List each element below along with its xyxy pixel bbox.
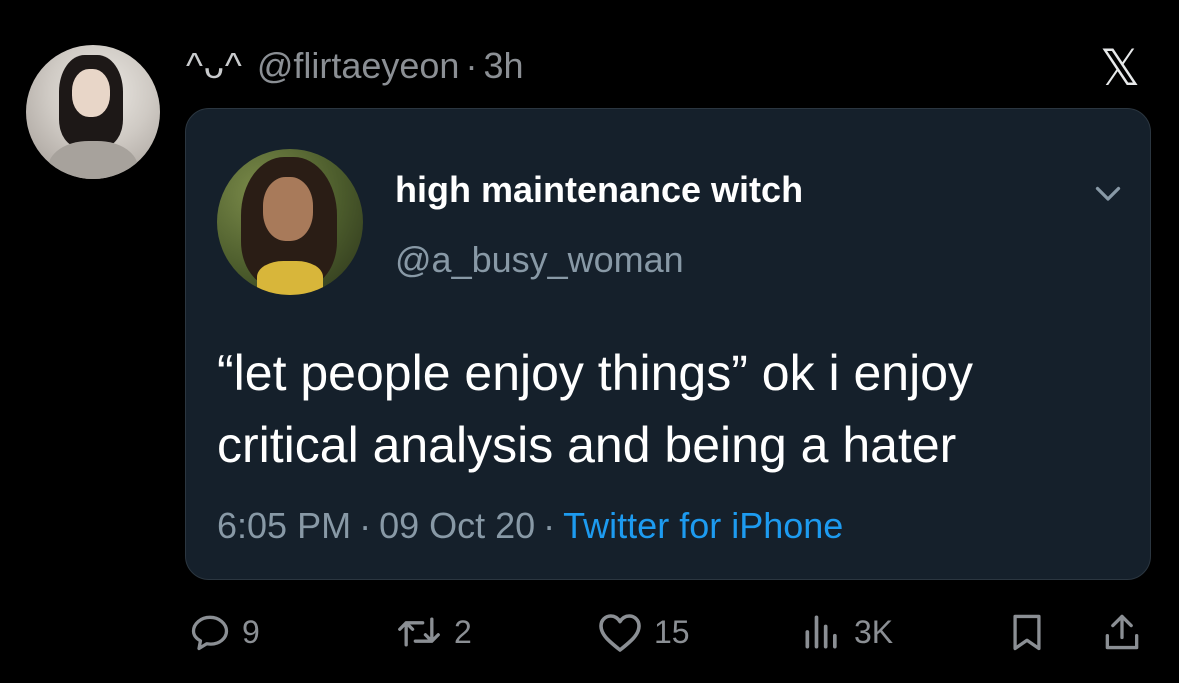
author-display-name[interactable]: ^ᴗ^ — [186, 45, 243, 87]
x-logo-icon: 𝕏 — [1099, 39, 1141, 97]
quoted-date: 09 Oct 20 — [379, 505, 536, 546]
meta-separator: · — [543, 505, 556, 546]
quoted-tweet-image[interactable]: high maintenance witch @a_busy_woman “le… — [185, 108, 1151, 580]
avatar-face — [72, 69, 110, 117]
tweet-header: ^ᴗ^ @flirtaeyeon · 3h — [186, 42, 524, 90]
meta-separator: · — [359, 505, 372, 546]
reply-icon — [191, 615, 229, 651]
views-icon — [805, 615, 837, 649]
quoted-tweet-text: “let people enjoy things” ok i enjoy cri… — [217, 345, 974, 473]
like-count: 15 — [654, 613, 690, 650]
author-avatar[interactable] — [26, 45, 160, 179]
bookmark-button[interactable] — [1005, 604, 1049, 660]
quoted-tweet-meta: 6:05 PM · 09 Oct 20 · Twitter for iPhone — [217, 505, 843, 547]
reply-button[interactable]: 9 — [188, 604, 260, 660]
quoted-author-avatar — [217, 149, 363, 295]
retweet-icon — [398, 617, 440, 647]
tweet-time-ago[interactable]: 3h — [483, 45, 523, 87]
header-separator: · — [465, 45, 478, 86]
action-bar: 9 2 15 3K — [0, 604, 1179, 660]
quoted-source: Twitter for iPhone — [563, 505, 844, 546]
chevron-down-icon — [1095, 186, 1121, 201]
retweet-count: 2 — [454, 613, 472, 650]
quoted-display-name: high maintenance witch — [395, 169, 804, 210]
share-button[interactable] — [1100, 604, 1144, 660]
avatar-face — [263, 177, 313, 241]
reply-count: 9 — [242, 613, 260, 650]
quoted-time: 6:05 PM — [217, 505, 352, 546]
author-handle[interactable]: @flirtaeyeon — [257, 45, 460, 87]
avatar-shirt — [48, 141, 138, 179]
quoted-handle: @a_busy_woman — [395, 239, 684, 280]
views-count: 3K — [854, 613, 894, 650]
avatar-top — [257, 261, 323, 295]
like-button[interactable]: 15 — [596, 604, 690, 660]
share-icon — [1105, 614, 1139, 650]
like-icon — [599, 614, 641, 652]
bookmark-icon — [1013, 614, 1041, 651]
retweet-button[interactable]: 2 — [394, 604, 472, 660]
views-button[interactable]: 3K — [800, 604, 893, 660]
